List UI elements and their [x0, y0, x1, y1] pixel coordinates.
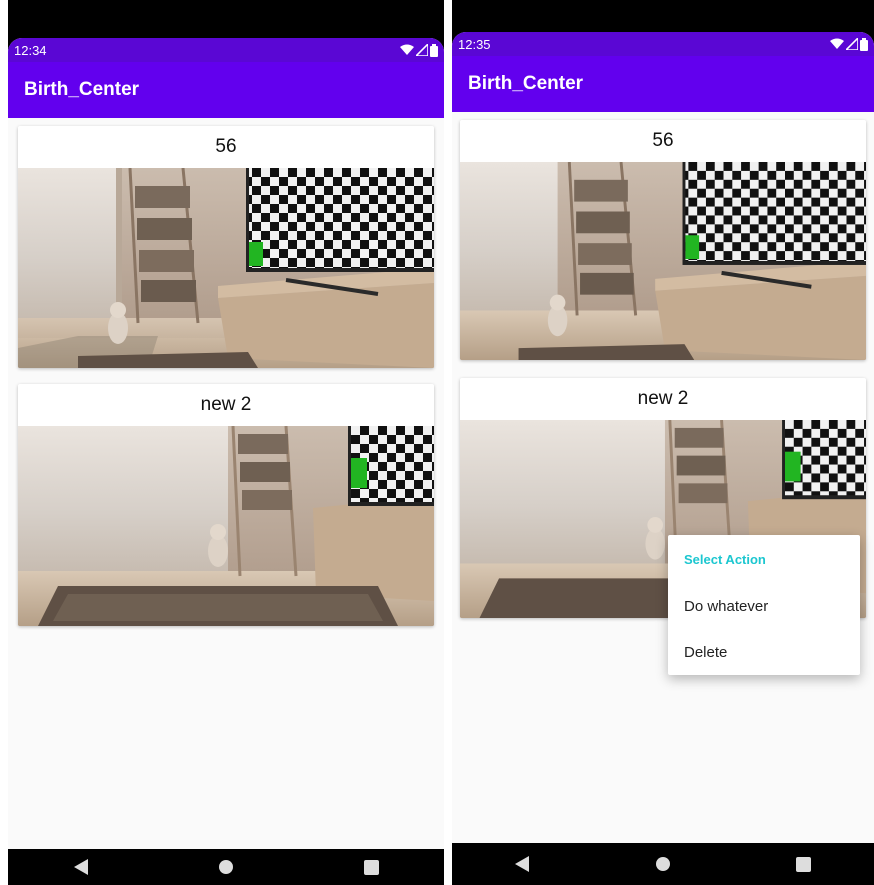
signal-icon: [416, 44, 428, 56]
card-title: new 2: [637, 388, 689, 409]
navigation-bar: [452, 843, 874, 885]
app-bar: Birth_Center: [452, 56, 874, 112]
phone-screen-right: 12:35 Birth_Center 56 new 2 Select Actio…: [452, 0, 874, 885]
recents-icon[interactable]: [784, 849, 824, 879]
status-time: 12:35: [458, 36, 491, 52]
app-screen: 12:35 Birth_Center 56 new 2 Select Actio…: [452, 32, 874, 885]
room-image: [460, 162, 866, 360]
back-icon[interactable]: [61, 852, 101, 882]
image-card[interactable]: 56: [18, 126, 434, 368]
home-icon[interactable]: [643, 849, 683, 879]
image-card[interactable]: new 2: [18, 384, 434, 626]
signal-icon: [846, 38, 858, 50]
app-title: Birth_Center: [24, 79, 140, 100]
battery-icon: [430, 43, 438, 57]
room-image: [18, 426, 434, 626]
image-card[interactable]: 56: [460, 120, 866, 360]
menu-header: Select Action: [684, 551, 766, 567]
room-image: [18, 168, 434, 368]
status-icons: [400, 43, 438, 57]
app-bar: Birth_Center: [8, 62, 444, 118]
status-icons: [830, 37, 868, 51]
context-menu: Select Action Do whatever Delete: [668, 535, 860, 675]
app-title: Birth_Center: [468, 73, 584, 94]
card-title: 56: [652, 130, 674, 151]
status-bar: 12:35: [452, 32, 874, 56]
status-bar: 12:34: [8, 38, 444, 62]
back-icon[interactable]: [502, 849, 542, 879]
app-screen: 12:34 Birth_Center 56 new 2: [8, 38, 444, 885]
wifi-icon: [400, 44, 414, 55]
menu-item-delete[interactable]: Delete: [668, 629, 860, 675]
battery-icon: [860, 37, 868, 51]
recents-icon[interactable]: [351, 852, 391, 882]
navigation-bar: [8, 849, 444, 885]
wifi-icon: [830, 38, 844, 49]
phone-screen-left: 12:34 Birth_Center 56 new 2: [8, 0, 444, 885]
card-title: new 2: [200, 394, 252, 415]
menu-item-do-whatever[interactable]: Do whatever: [668, 583, 860, 629]
status-time: 12:34: [14, 42, 47, 58]
card-title: 56: [215, 136, 237, 157]
home-icon[interactable]: [206, 852, 246, 882]
